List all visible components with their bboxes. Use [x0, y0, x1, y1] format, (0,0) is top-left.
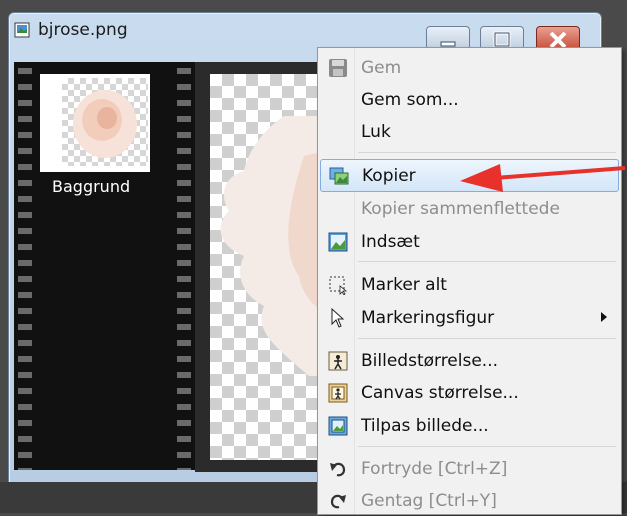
menu-separator	[358, 446, 616, 447]
annotation-arrow-icon	[460, 164, 626, 192]
menu-item-paste[interactable]: Indsæt	[320, 226, 617, 257]
layer-thumbnail-image	[62, 78, 148, 166]
menu-item-label: Gem	[361, 58, 402, 78]
menu-item-close[interactable]: Luk	[320, 116, 617, 147]
film-perforation	[18, 62, 32, 470]
menu-item-label: Gem som...	[361, 90, 459, 110]
context-menu: Gem Gem som... Luk Kopier Kopier sammenf…	[317, 47, 622, 515]
paste-image-icon	[328, 232, 348, 252]
menu-item-image-size[interactable]: Billedstørrelse...	[320, 345, 617, 376]
image-file-icon	[14, 22, 30, 38]
menu-item-undo[interactable]: Fortryde [Ctrl+Z]	[320, 453, 617, 484]
cursor-icon	[331, 308, 345, 328]
film-perforation	[177, 62, 191, 470]
menu-item-label: Marker alt	[361, 275, 447, 295]
menu-separator	[358, 261, 616, 262]
floppy-icon	[329, 59, 347, 77]
menu-item-label: Markeringsfigur	[361, 308, 495, 328]
menu-item-copy-merged[interactable]: Kopier sammenflettede	[320, 193, 617, 224]
menu-item-fit-image[interactable]: Tilpas billede...	[320, 410, 617, 441]
menu-item-redo[interactable]: Gentag [Ctrl+Y]	[320, 485, 617, 516]
menu-item-label: Canvas størrelse...	[361, 383, 519, 403]
menu-separator	[358, 338, 616, 339]
menu-item-label: Indsæt	[361, 232, 420, 252]
select-all-icon	[329, 276, 348, 295]
undo-icon	[330, 462, 346, 477]
rose-thumbnail-icon	[73, 90, 137, 158]
layer-name: Baggrund	[52, 177, 131, 196]
canvas-size-icon	[328, 383, 348, 403]
window-title: bjrose.png	[38, 20, 128, 40]
menu-item-label: Luk	[361, 122, 391, 142]
menu-item-select-all[interactable]: Marker alt	[320, 269, 617, 300]
redo-icon	[330, 494, 346, 509]
image-size-icon	[328, 351, 348, 371]
menu-item-save[interactable]: Gem	[320, 52, 617, 83]
menu-item-label: Kopier sammenflettede	[361, 199, 560, 219]
fit-image-icon	[328, 416, 348, 436]
menu-item-save-as[interactable]: Gem som...	[320, 84, 617, 115]
menu-item-label: Fortryde [Ctrl+Z]	[361, 459, 508, 479]
menu-item-label: Gentag [Ctrl+Y]	[361, 491, 497, 511]
copy-image-icon	[329, 167, 349, 185]
menu-item-selection-shape[interactable]: Markeringsfigur	[320, 302, 617, 333]
menu-item-canvas-size[interactable]: Canvas størrelse...	[320, 377, 617, 408]
menu-item-label: Billedstørrelse...	[361, 351, 499, 371]
menu-item-label: Kopier	[362, 166, 416, 186]
submenu-arrow-icon	[601, 312, 607, 322]
menu-item-label: Tilpas billede...	[361, 416, 489, 436]
